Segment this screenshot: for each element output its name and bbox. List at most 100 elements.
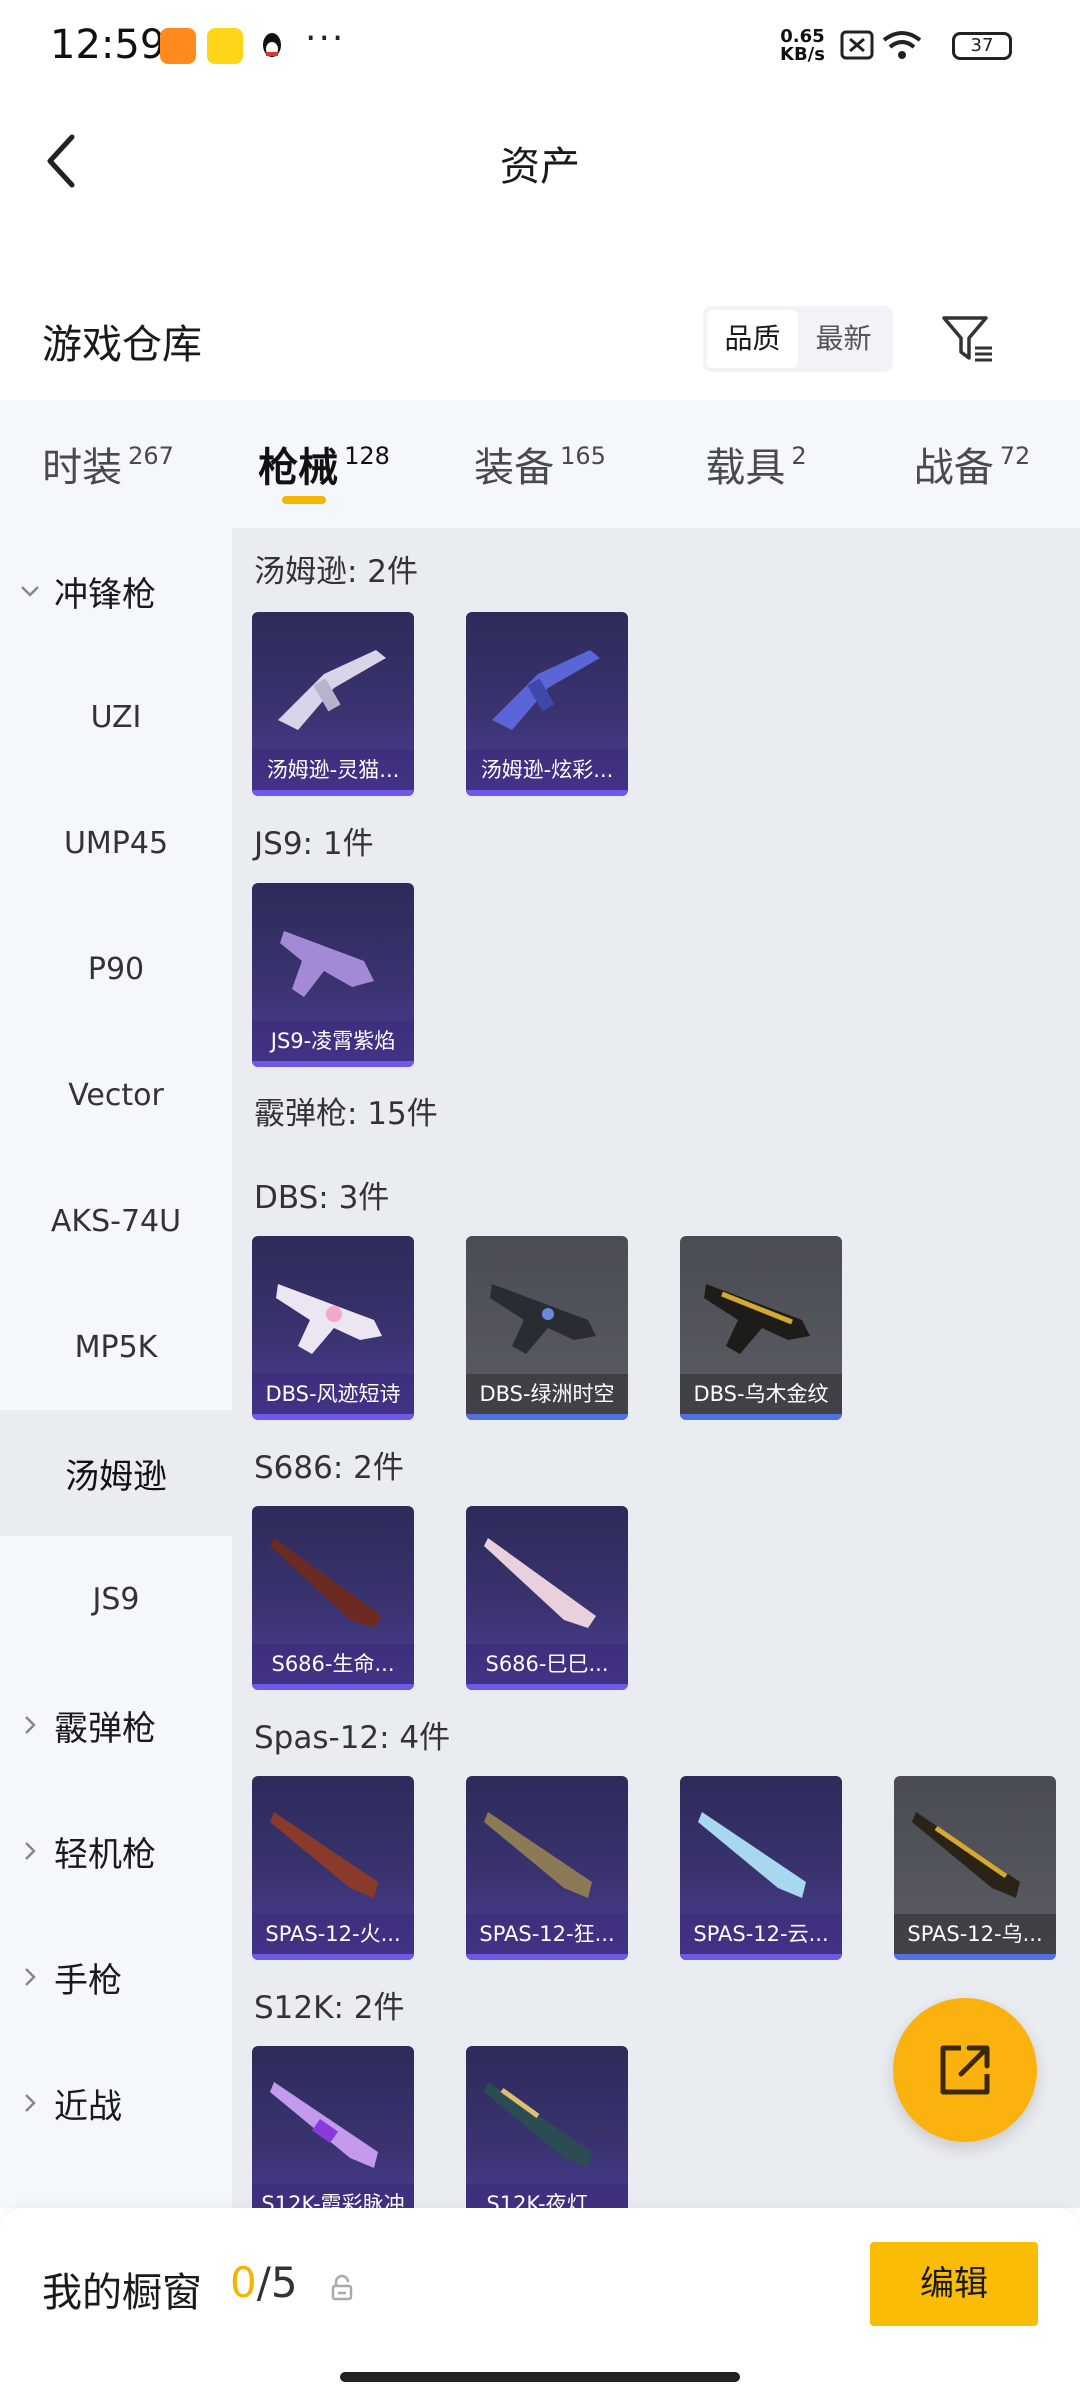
- rarity-bar: [466, 790, 628, 796]
- weapon-card[interactable]: 汤姆逊-灵猫...: [252, 612, 414, 796]
- chevron-right-icon: [25, 2094, 36, 2112]
- weapon-card[interactable]: SPAS-12-火...: [252, 1776, 414, 1960]
- sidebar-item-mp5k[interactable]: MP5K: [0, 1284, 232, 1410]
- rarity-bar: [680, 1414, 842, 1420]
- sort-toggle: 品质 最新: [703, 306, 893, 372]
- sidebar-item-p90[interactable]: P90: [0, 906, 232, 1032]
- weapon-skin-icon: [278, 650, 386, 730]
- showcase-label: 我的橱窗: [42, 2270, 202, 2316]
- weapon-skin-icon: [492, 650, 600, 730]
- weapon-skin-icon: [698, 1812, 806, 1898]
- weapon-card[interactable]: S12K-霞彩脉冲: [252, 2046, 414, 2208]
- weapon-skin-icon: [490, 1284, 596, 1354]
- showcase-count: 0/5: [230, 2258, 298, 2307]
- edit-showcase-button[interactable]: 编辑: [870, 2242, 1038, 2326]
- sidebar-group-melee[interactable]: 近战: [0, 2040, 232, 2166]
- category-tabs: 时装 267 枪械 128 装备 165 载具 2 战备 72: [0, 400, 1080, 528]
- weapon-card[interactable]: JS9-凌霄紫焰: [252, 883, 414, 1067]
- lock-icon: [331, 2274, 353, 2301]
- weapon-skin-icon: [484, 1812, 592, 1898]
- app-notification-icon: [207, 28, 243, 64]
- chevron-right-icon: [25, 1968, 36, 1986]
- weapon-card[interactable]: DBS-风迹短诗: [252, 1236, 414, 1420]
- group-title-thompson: 汤姆逊: 2件: [254, 554, 419, 590]
- chevron-right-icon: [25, 1716, 36, 1734]
- weapon-skin-icon: [484, 1538, 596, 1628]
- weapon-skin-icon: [912, 1812, 1020, 1898]
- sidebar-group-pistol[interactable]: 手枪: [0, 1914, 232, 2040]
- rarity-bar: [894, 1954, 1056, 1960]
- sidebar-item-thompson[interactable]: 汤姆逊: [0, 1410, 232, 1536]
- rarity-bar: [252, 1684, 414, 1690]
- rarity-bar: [252, 1414, 414, 1420]
- sidebar-item-aks74u[interactable]: AKS-74U: [0, 1158, 232, 1284]
- weapon-sidebar: 冲锋枪 UZI UMP45 P90 Vector AKS-74U MP5K 汤姆…: [0, 528, 232, 2208]
- group-title-shotgun: 霰弹枪: 15件: [254, 1096, 438, 1132]
- status-bar: 12:59 ··· 0.65 KB/s 37: [0, 0, 1080, 96]
- rarity-bar: [252, 1954, 414, 1960]
- weapon-grid: 汤姆逊: 2件 汤姆逊-灵猫... 汤姆逊-炫彩... JS9: 1件 JS9-…: [232, 528, 1080, 2208]
- weapon-skin-icon: [484, 2082, 592, 2168]
- group-title-s12k: S12K: 2件: [254, 1990, 405, 2026]
- tab-equipment[interactable]: 装备 165: [432, 400, 648, 528]
- group-title-spas12: Spas-12: 4件: [254, 1720, 451, 1756]
- weapon-skin-icon: [270, 1538, 382, 1628]
- showcase-bar: 我的橱窗 0/5 编辑: [0, 2208, 1080, 2400]
- rarity-bar: [466, 1954, 628, 1960]
- active-tab-indicator: [282, 496, 326, 504]
- sidebar-group-smg[interactable]: 冲锋枪: [0, 528, 232, 654]
- sidebar-item-uzi[interactable]: UZI: [0, 654, 232, 780]
- tab-supplies[interactable]: 战备 72: [864, 400, 1080, 528]
- weapon-card[interactable]: DBS-乌木金纹: [680, 1236, 842, 1420]
- warehouse-title: 游戏仓库: [42, 322, 202, 368]
- sort-quality-button[interactable]: 品质: [707, 310, 798, 368]
- weapon-skin-icon: [704, 1284, 810, 1354]
- sidebar-group-lmg[interactable]: 轻机枪: [0, 1788, 232, 1914]
- status-icons: [840, 26, 940, 70]
- rarity-bar: [252, 790, 414, 796]
- weapon-card[interactable]: S686-生命...: [252, 1506, 414, 1690]
- network-speed: 0.65 KB/s: [780, 26, 825, 65]
- filter-button[interactable]: [940, 310, 996, 370]
- home-indicator[interactable]: [340, 2372, 740, 2382]
- warehouse-header: 游戏仓库 品质 最新: [0, 290, 1080, 390]
- sidebar-item-js9[interactable]: JS9: [0, 1536, 232, 1662]
- battery-icon: 37: [952, 32, 1012, 60]
- weapon-card[interactable]: SPAS-12-云...: [680, 1776, 842, 1960]
- weapon-skin-icon: [270, 1812, 378, 1898]
- page-title: 资产: [500, 144, 580, 190]
- status-time: 12:59: [50, 22, 166, 68]
- filter-icon: [942, 316, 992, 362]
- rarity-bar: [680, 1954, 842, 1960]
- weapon-card[interactable]: 汤姆逊-炫彩...: [466, 612, 628, 796]
- weapon-skin-icon: [270, 2082, 378, 2168]
- group-title-js9: JS9: 1件: [254, 826, 374, 862]
- more-notifications-icon: ···: [305, 18, 346, 59]
- weapon-card[interactable]: S12K-夜灯...: [466, 2046, 628, 2208]
- sidebar-item-vector[interactable]: Vector: [0, 1032, 232, 1158]
- sidebar-item-ump45[interactable]: UMP45: [0, 780, 232, 906]
- weapon-skin-icon: [276, 1284, 382, 1354]
- rarity-bar: [466, 1414, 628, 1420]
- sort-latest-button[interactable]: 最新: [798, 310, 889, 368]
- tab-firearms[interactable]: 枪械 128: [216, 400, 432, 528]
- group-title-s686: S686: 2件: [254, 1450, 404, 1486]
- share-fab-button[interactable]: [893, 1998, 1037, 2142]
- app-notification-icon: [160, 28, 196, 64]
- weapon-card[interactable]: SPAS-12-乌...: [894, 1776, 1056, 1960]
- weapon-card[interactable]: SPAS-12-狂...: [466, 1776, 628, 1960]
- sidebar-group-shotgun[interactable]: 霰弹枪: [0, 1662, 232, 1788]
- app-header: 资产: [0, 96, 1080, 226]
- rarity-bar: [466, 1684, 628, 1690]
- chevron-right-icon: [25, 1842, 36, 1860]
- weapon-skin-icon: [280, 931, 374, 997]
- weapon-card[interactable]: DBS-绿洲时空: [466, 1236, 628, 1420]
- group-title-dbs: DBS: 3件: [254, 1180, 390, 1216]
- tab-fashion[interactable]: 时装 267: [0, 400, 216, 528]
- weapon-card[interactable]: S686-巳巳...: [466, 1506, 628, 1690]
- rarity-bar: [252, 1061, 414, 1067]
- share-external-icon: [940, 2045, 990, 2095]
- tab-vehicles[interactable]: 载具 2: [648, 400, 864, 528]
- qq-icon: [254, 28, 290, 64]
- chevron-down-icon: [21, 586, 39, 597]
